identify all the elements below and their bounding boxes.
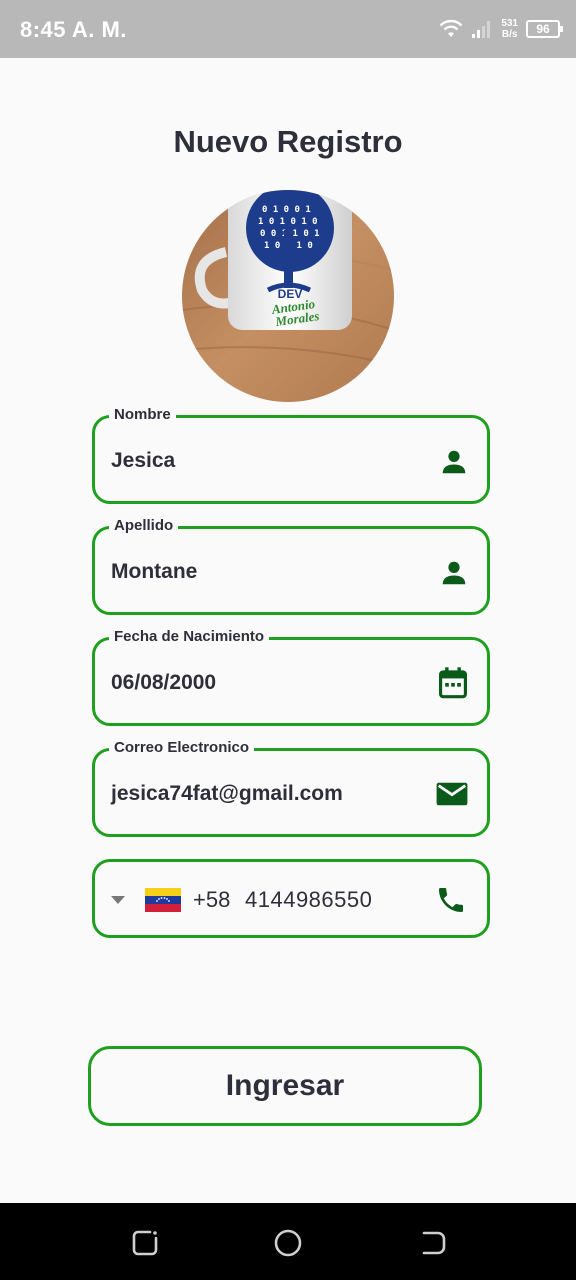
net-speed-value: 531 — [501, 18, 518, 29]
apellido-field[interactable]: Apellido Montane — [92, 517, 490, 615]
nombre-input[interactable]: Jesica — [111, 449, 175, 473]
apellido-label: Apellido — [109, 517, 179, 535]
correo-field[interactable]: Correo Electronico jesica74fat@gmail.com — [92, 739, 490, 837]
svg-text:1 0 1 0 1 0: 1 0 1 0 1 0 — [258, 217, 318, 227]
wifi-icon — [439, 19, 463, 37]
telefono-field[interactable]: +58 4144986550 — [92, 859, 490, 938]
phone-number-input[interactable]: 4144986550 — [245, 887, 372, 913]
back-icon[interactable] — [418, 1228, 448, 1258]
apellido-input[interactable]: Montane — [111, 560, 197, 584]
fecha-nacimiento-field[interactable]: Fecha de Nacimiento 06/08/2000 — [92, 628, 490, 726]
venezuela-flag-icon[interactable] — [145, 888, 181, 912]
fecha-nacimiento-label: Fecha de Nacimiento — [109, 628, 270, 646]
profile-avatar[interactable]: 0 1 0 0 1 1 0 1 0 1 0 0 0 1 1 0 1 1 0 0 … — [182, 190, 394, 402]
home-icon[interactable] — [273, 1228, 303, 1258]
battery-icon: 96 — [526, 20, 563, 38]
recent-apps-icon[interactable] — [130, 1228, 160, 1258]
nav-bar — [0, 1203, 576, 1280]
dial-code[interactable]: +58 — [193, 887, 230, 913]
country-dropdown-arrow-icon[interactable] — [111, 896, 125, 904]
status-bar: 8:45 A. M. 531 B/s 96 — [0, 0, 576, 58]
net-speed-unit: B/s — [501, 29, 518, 40]
nombre-label: Nombre — [109, 406, 176, 424]
status-time: 8:45 A. M. — [20, 17, 127, 42]
phone-icon — [439, 888, 463, 912]
ingresar-button[interactable]: Ingresar — [88, 1046, 482, 1126]
correo-label: Correo Electronico — [109, 739, 255, 757]
calendar-icon[interactable] — [437, 666, 469, 700]
fecha-nacimiento-input[interactable]: 06/08/2000 — [111, 671, 216, 695]
page-title: Nuevo Registro — [173, 124, 403, 159]
mail-icon — [436, 782, 468, 806]
signal-icon — [472, 21, 491, 38]
person-icon — [442, 561, 466, 585]
correo-input[interactable]: jesica74fat@gmail.com — [111, 782, 343, 806]
person-icon — [442, 450, 466, 474]
battery-level: 96 — [536, 22, 550, 36]
status-icons: 531 B/s 96 — [439, 14, 563, 44]
avatar-photo: 0 1 0 0 1 1 0 1 0 1 0 0 0 1 1 0 1 1 0 0 … — [182, 190, 394, 402]
svg-text:0 1 0 0 1: 0 1 0 0 1 — [262, 205, 311, 215]
nombre-field[interactable]: Nombre Jesica — [92, 406, 490, 504]
net-speed: 531 B/s — [501, 18, 518, 40]
